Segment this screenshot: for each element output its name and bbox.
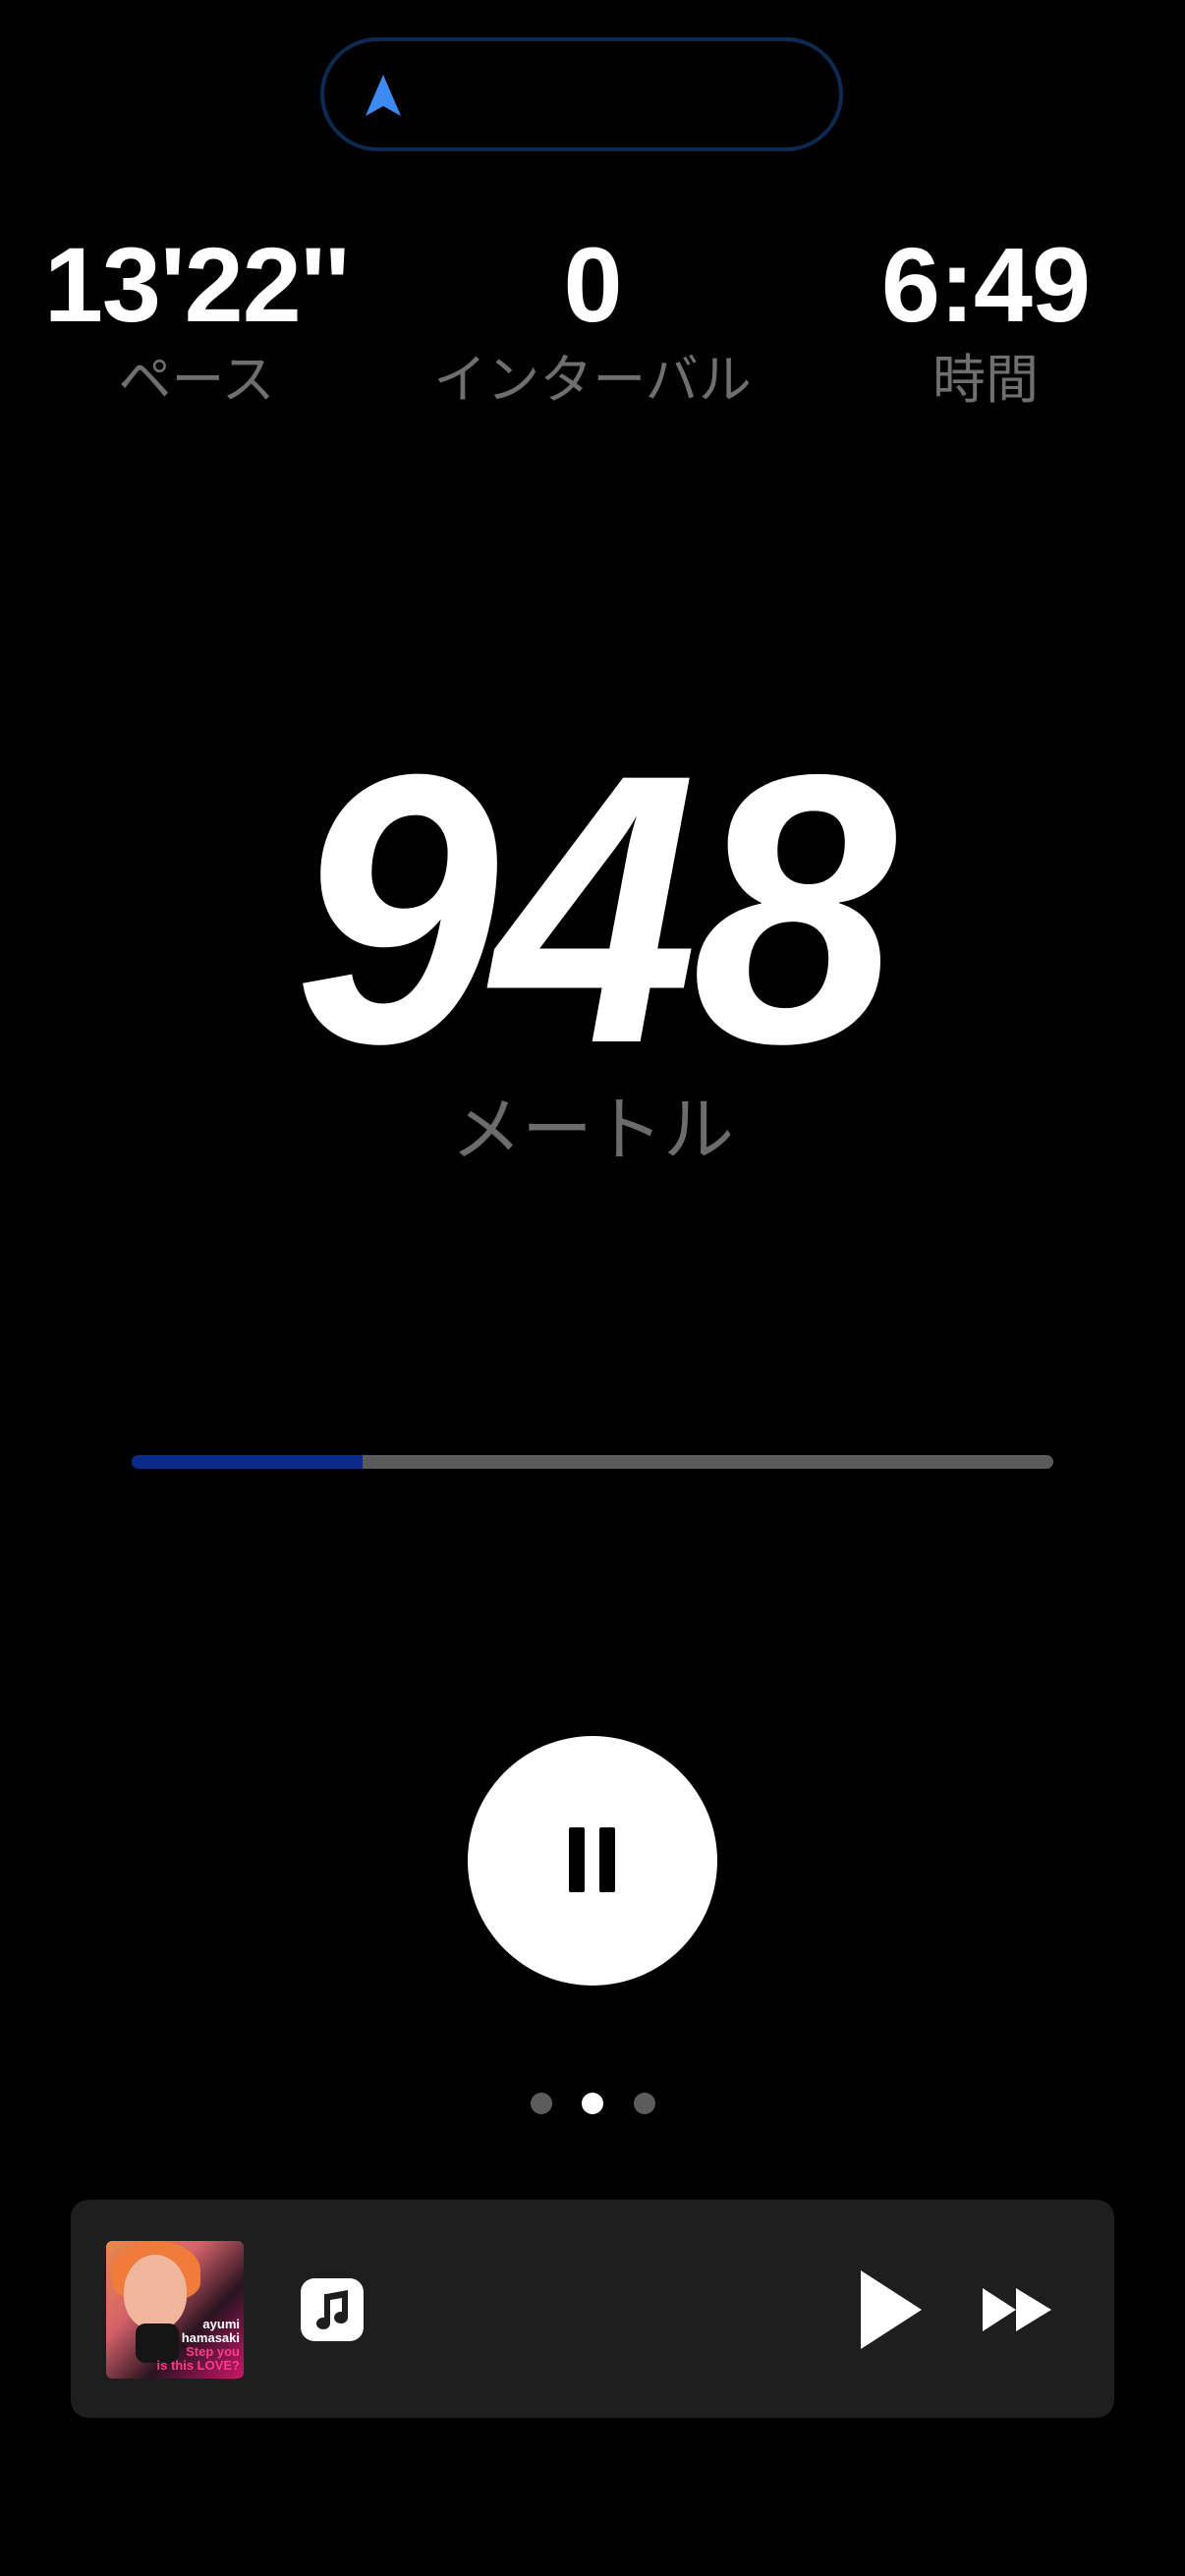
interval-stat: 0 インターバル — [416, 224, 769, 415]
gps-status-pill[interactable] — [320, 37, 843, 151]
page-dot-2-active[interactable] — [582, 2093, 603, 2114]
fast-forward-icon — [983, 2288, 1051, 2331]
music-mini-player[interactable]: ayumi hamasaki Step you is this LOVE? — [71, 2200, 1114, 2418]
distance-value: 948 — [294, 695, 896, 1123]
album-art-title-2: is this LOVE? — [156, 2358, 240, 2373]
interval-label: インターバル — [433, 351, 752, 410]
page-indicator[interactable] — [0, 2093, 1185, 2116]
play-button[interactable] — [855, 2267, 928, 2353]
play-icon — [861, 2270, 922, 2349]
pace-value: 13'22'' — [43, 225, 350, 344]
album-art[interactable]: ayumi hamasaki Step you is this LOVE? — [106, 2241, 244, 2379]
time-label: 時間 — [932, 351, 1039, 410]
music-note-icon[interactable] — [301, 2278, 364, 2341]
album-art-artist-last: hamasaki — [181, 2330, 240, 2345]
progress-bar-fill — [132, 1455, 363, 1469]
time-value: 6:49 — [880, 225, 1091, 344]
time-stat: 6:49 時間 — [809, 224, 1162, 415]
album-art-artist-first: ayumi — [202, 2317, 240, 2331]
album-art-text: ayumi hamasaki Step you is this LOVE? — [156, 2318, 240, 2373]
pause-icon-bar-left — [569, 1827, 585, 1892]
pause-button[interactable] — [468, 1736, 717, 1986]
progress-bar — [132, 1455, 1053, 1469]
next-track-button[interactable] — [981, 2284, 1055, 2335]
interval-value: 0 — [563, 225, 622, 344]
distance-display: 948 メートル — [0, 695, 1185, 1175]
album-art-title-1: Step you — [186, 2344, 240, 2359]
page-dot-3[interactable] — [634, 2093, 655, 2114]
pace-label: ペース — [118, 351, 275, 410]
pause-icon-bar-right — [599, 1827, 615, 1892]
stats-row: 13'22'' ペース 0 インターバル 6:49 時間 — [0, 224, 1185, 420]
page-dot-1[interactable] — [531, 2093, 552, 2114]
location-arrow-icon — [366, 75, 401, 116]
pace-stat: 13'22'' ペース — [20, 224, 373, 415]
